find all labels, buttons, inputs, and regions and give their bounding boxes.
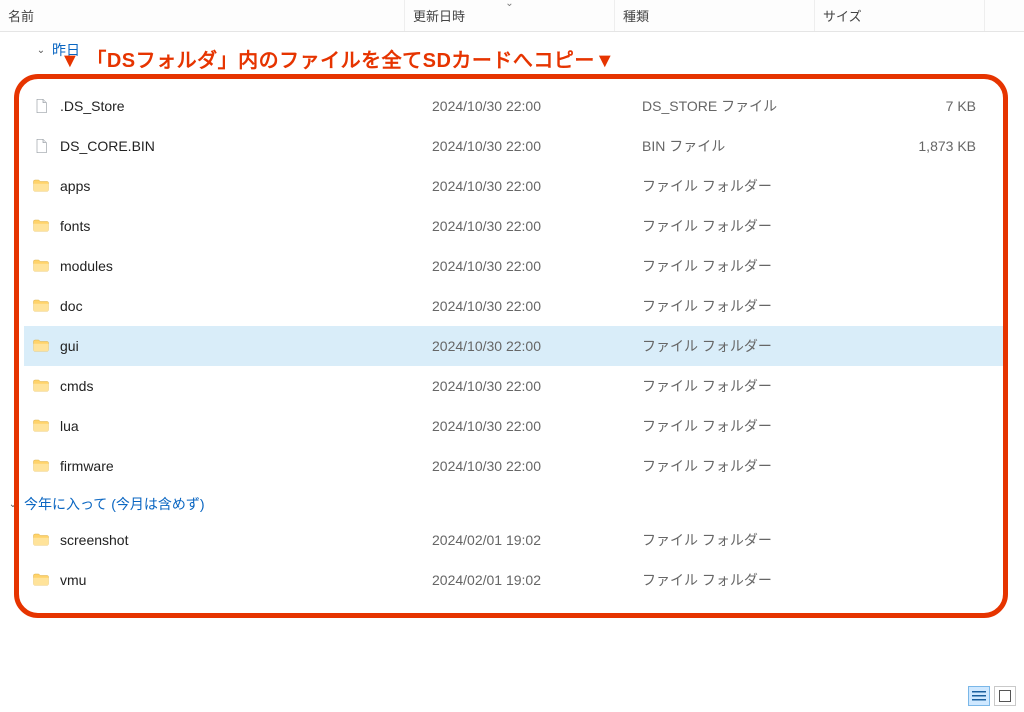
file-name-cell: cmds	[24, 377, 424, 395]
details-view-icon	[972, 690, 986, 702]
group-header-this-year-label: 今年に入って (今月は含めず)	[24, 494, 205, 514]
file-type-cell: ファイル フォルダー	[634, 216, 844, 236]
file-date-cell: 2024/10/30 22:00	[424, 418, 634, 434]
file-type-cell: ファイル フォルダー	[634, 256, 844, 276]
file-name-cell: .DS_Store	[24, 97, 424, 115]
file-name-cell: DS_CORE.BIN	[24, 137, 424, 155]
file-row[interactable]: modules 2024/10/30 22:00ファイル フォルダー	[24, 246, 1006, 286]
file-name-label: doc	[60, 298, 83, 314]
file-type-cell: ファイル フォルダー	[634, 296, 844, 316]
file-type-cell: ファイル フォルダー	[634, 456, 844, 476]
file-name-cell: lua	[24, 417, 424, 435]
file-row[interactable]: firmware 2024/10/30 22:00ファイル フォルダー	[24, 446, 1006, 486]
file-date-cell: 2024/10/30 22:00	[424, 458, 634, 474]
file-date-cell: 2024/02/01 19:02	[424, 572, 634, 588]
column-header-name[interactable]: 名前	[0, 0, 405, 31]
column-header-size[interactable]: サイズ	[815, 0, 985, 31]
file-row[interactable]: screenshot 2024/02/01 19:02ファイル フォルダー	[24, 520, 1006, 560]
file-name-cell: screenshot	[24, 531, 424, 549]
column-header-row: 名前 ⌄ 更新日時 種類 サイズ	[0, 0, 1024, 32]
file-size-cell: 1,873 KB	[844, 138, 984, 154]
file-name-cell: modules	[24, 257, 424, 275]
file-date-cell: 2024/10/30 22:00	[424, 378, 634, 394]
file-type-cell: DS_STORE ファイル	[634, 96, 844, 116]
file-date-cell: 2024/10/30 22:00	[424, 98, 634, 114]
column-header-size-label: サイズ	[823, 6, 862, 25]
file-row[interactable]: doc 2024/10/30 22:00ファイル フォルダー	[24, 286, 1006, 326]
file-date-cell: 2024/10/30 22:00	[424, 298, 634, 314]
file-name-label: cmds	[60, 378, 93, 394]
sort-indicator-icon: ⌄	[505, 0, 513, 9]
annotation-text: ▼ 「DSフォルダ」内のファイルを全てSDカードへコピー▼	[0, 38, 615, 77]
file-row[interactable]: lua 2024/10/30 22:00ファイル フォルダー	[24, 406, 1006, 446]
file-name-label: vmu	[60, 572, 86, 588]
file-date-cell: 2024/10/30 22:00	[424, 178, 634, 194]
folder-icon	[32, 457, 50, 475]
folder-icon	[32, 297, 50, 315]
file-date-cell: 2024/10/30 22:00	[424, 138, 634, 154]
folder-icon	[32, 337, 50, 355]
folder-icon	[32, 571, 50, 589]
file-name-cell: apps	[24, 177, 424, 195]
file-list: .DS_Store2024/10/30 22:00DS_STORE ファイル7 …	[24, 86, 1006, 600]
file-name-label: apps	[60, 178, 90, 194]
thumbnail-view-icon	[999, 690, 1011, 702]
column-header-type-label: 種類	[623, 6, 649, 25]
file-row[interactable]: .DS_Store 2024/10/30 22:00DS_STORE ファイル7 …	[24, 86, 1006, 126]
file-row[interactable]: fonts 2024/10/30 22:00ファイル フォルダー	[24, 206, 1006, 246]
file-row[interactable]: gui 2024/10/30 22:00ファイル フォルダー	[24, 326, 1006, 366]
file-type-cell: ファイル フォルダー	[634, 376, 844, 396]
file-type-cell: ファイル フォルダー	[634, 570, 844, 590]
file-icon	[32, 137, 50, 155]
folder-icon	[32, 177, 50, 195]
file-date-cell: 2024/10/30 22:00	[424, 218, 634, 234]
file-row[interactable]: apps 2024/10/30 22:00ファイル フォルダー	[24, 166, 1006, 206]
file-row[interactable]: DS_CORE.BIN 2024/10/30 22:00BIN ファイル1,873…	[24, 126, 1006, 166]
file-date-cell: 2024/10/30 22:00	[424, 338, 634, 354]
file-name-label: fonts	[60, 218, 90, 234]
folder-icon	[32, 217, 50, 235]
column-header-date[interactable]: ⌄ 更新日時	[405, 0, 615, 31]
group-header-this-year[interactable]: ⌄ 今年に入って (今月は含めず)	[8, 486, 1006, 520]
folder-icon	[32, 531, 50, 549]
file-icon	[32, 97, 50, 115]
file-name-label: modules	[60, 258, 113, 274]
file-row[interactable]: cmds 2024/10/30 22:00ファイル フォルダー	[24, 366, 1006, 406]
file-date-cell: 2024/02/01 19:02	[424, 532, 634, 548]
file-date-cell: 2024/10/30 22:00	[424, 258, 634, 274]
folder-icon	[32, 417, 50, 435]
thumbnail-view-button[interactable]	[994, 686, 1016, 706]
file-name-cell: doc	[24, 297, 424, 315]
folder-icon	[32, 257, 50, 275]
file-name-cell: vmu	[24, 571, 424, 589]
file-type-cell: ファイル フォルダー	[634, 416, 844, 436]
column-header-name-label: 名前	[8, 6, 34, 25]
column-header-type[interactable]: 種類	[615, 0, 815, 31]
file-name-cell: fonts	[24, 217, 424, 235]
view-switcher	[968, 686, 1016, 706]
file-name-cell: firmware	[24, 457, 424, 475]
file-name-label: firmware	[60, 458, 114, 474]
chevron-down-icon: ⌄	[8, 499, 18, 510]
file-type-cell: ファイル フォルダー	[634, 336, 844, 356]
file-type-cell: BIN ファイル	[634, 136, 844, 156]
file-row[interactable]: vmu 2024/02/01 19:02ファイル フォルダー	[24, 560, 1006, 600]
folder-icon	[32, 377, 50, 395]
column-header-date-label: 更新日時	[413, 6, 465, 25]
file-type-cell: ファイル フォルダー	[634, 530, 844, 550]
file-name-label: lua	[60, 418, 79, 434]
details-view-button[interactable]	[968, 686, 990, 706]
file-size-cell: 7 KB	[844, 98, 984, 114]
file-name-label: DS_CORE.BIN	[60, 138, 155, 154]
file-name-cell: gui	[24, 337, 424, 355]
file-type-cell: ファイル フォルダー	[634, 176, 844, 196]
file-name-label: screenshot	[60, 532, 128, 548]
file-name-label: gui	[60, 338, 79, 354]
file-name-label: .DS_Store	[60, 98, 125, 114]
